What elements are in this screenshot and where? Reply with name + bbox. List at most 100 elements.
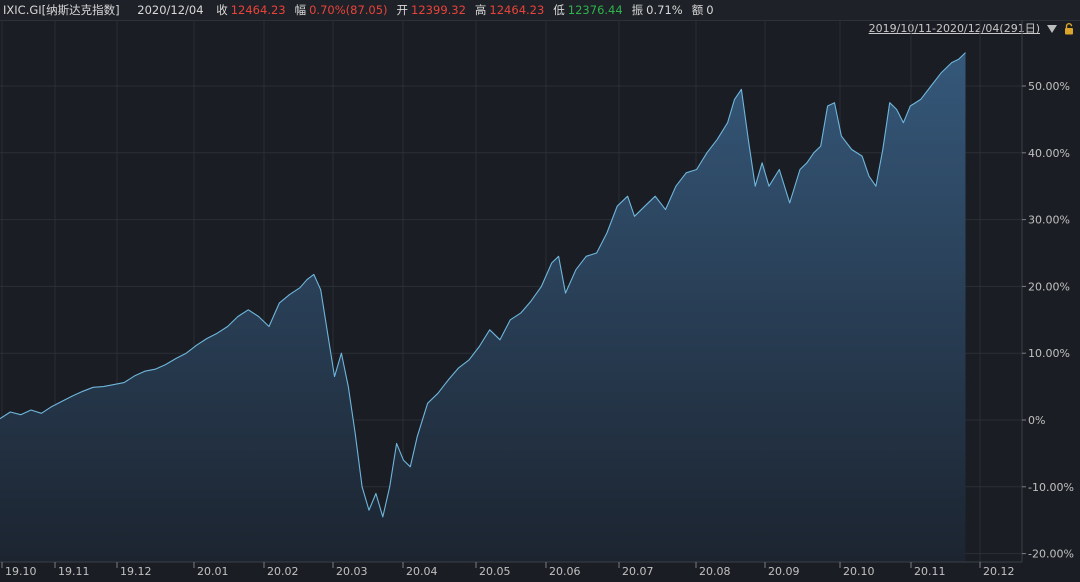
data-point[interactable] bbox=[381, 515, 385, 519]
data-point[interactable] bbox=[733, 97, 737, 101]
data-point[interactable] bbox=[529, 299, 533, 303]
data-point[interactable] bbox=[267, 325, 271, 329]
data-point[interactable] bbox=[353, 431, 357, 435]
data-point[interactable] bbox=[584, 254, 588, 258]
data-point[interactable] bbox=[760, 161, 764, 165]
data-point[interactable] bbox=[805, 161, 809, 165]
data-point[interactable] bbox=[305, 278, 309, 282]
chart-area[interactable]: 50.00% 40.00% 30.00% 20.00% 10.00% 0% -10.00% -… bbox=[0, 20, 1080, 582]
data-point[interactable] bbox=[519, 311, 523, 315]
data-point[interactable] bbox=[195, 343, 199, 347]
data-point[interactable] bbox=[895, 107, 899, 111]
data-point[interactable] bbox=[653, 194, 657, 198]
data-point[interactable] bbox=[19, 413, 23, 417]
data-point[interactable] bbox=[826, 104, 830, 108]
data-point[interactable] bbox=[964, 51, 968, 55]
data-point[interactable] bbox=[91, 385, 95, 389]
data-point[interactable] bbox=[60, 399, 64, 403]
data-point[interactable] bbox=[919, 97, 923, 101]
data-point[interactable] bbox=[695, 168, 699, 172]
data-point[interactable] bbox=[143, 369, 147, 373]
data-point[interactable] bbox=[339, 351, 343, 355]
data-point[interactable] bbox=[674, 184, 678, 188]
data-point[interactable] bbox=[415, 435, 419, 439]
data-point[interactable] bbox=[101, 385, 105, 389]
data-point[interactable] bbox=[595, 251, 599, 255]
data-point[interactable] bbox=[643, 204, 647, 208]
data-point[interactable] bbox=[346, 385, 350, 389]
data-point[interactable] bbox=[319, 288, 323, 292]
data-point[interactable] bbox=[205, 337, 209, 341]
data-point[interactable] bbox=[726, 121, 730, 125]
data-point[interactable] bbox=[860, 154, 864, 158]
data-point[interactable] bbox=[401, 458, 405, 462]
data-point[interactable] bbox=[215, 331, 219, 335]
data-point[interactable] bbox=[112, 383, 116, 387]
data-point[interactable] bbox=[746, 137, 750, 141]
data-point[interactable] bbox=[153, 367, 157, 371]
data-point[interactable] bbox=[939, 71, 943, 75]
data-point[interactable] bbox=[184, 351, 188, 355]
symbol-label[interactable]: IXIC.GI[纳斯达克指数] bbox=[3, 0, 120, 20]
data-point[interactable] bbox=[715, 137, 719, 141]
data-point[interactable] bbox=[684, 171, 688, 175]
data-point[interactable] bbox=[574, 268, 578, 272]
data-point[interactable] bbox=[508, 318, 512, 322]
data-point[interactable] bbox=[395, 441, 399, 445]
data-point[interactable] bbox=[388, 485, 392, 489]
data-point[interactable] bbox=[788, 201, 792, 205]
data-point[interactable] bbox=[29, 408, 33, 412]
data-point[interactable] bbox=[633, 214, 637, 218]
data-point[interactable] bbox=[246, 308, 250, 312]
data-point[interactable] bbox=[298, 286, 302, 290]
data-point[interactable] bbox=[8, 410, 12, 414]
data-point[interactable] bbox=[615, 204, 619, 208]
data-point[interactable] bbox=[408, 465, 412, 469]
data-point[interactable] bbox=[436, 391, 440, 395]
data-point[interactable] bbox=[367, 508, 371, 512]
data-point[interactable] bbox=[777, 168, 781, 172]
data-point[interactable] bbox=[174, 357, 178, 361]
data-point[interactable] bbox=[70, 394, 74, 398]
data-point[interactable] bbox=[277, 301, 281, 305]
data-point[interactable] bbox=[950, 61, 954, 65]
data-point[interactable] bbox=[312, 272, 316, 276]
data-point[interactable] bbox=[867, 174, 871, 178]
data-point[interactable] bbox=[374, 492, 378, 496]
data-point[interactable] bbox=[236, 315, 240, 319]
data-point[interactable] bbox=[288, 292, 292, 296]
data-point[interactable] bbox=[739, 87, 743, 91]
data-point[interactable] bbox=[457, 366, 461, 370]
data-point[interactable] bbox=[477, 345, 481, 349]
data-point[interactable] bbox=[812, 151, 816, 155]
data-point[interactable] bbox=[39, 411, 43, 415]
data-point[interactable] bbox=[133, 374, 137, 378]
data-point[interactable] bbox=[488, 328, 492, 332]
data-point[interactable] bbox=[226, 325, 230, 329]
data-point[interactable] bbox=[257, 315, 261, 319]
data-point[interactable] bbox=[957, 57, 961, 61]
data-point[interactable] bbox=[753, 184, 757, 188]
data-point[interactable] bbox=[326, 331, 330, 335]
data-point[interactable] bbox=[122, 381, 126, 385]
data-point[interactable] bbox=[901, 121, 905, 125]
data-point[interactable] bbox=[888, 101, 892, 105]
data-point[interactable] bbox=[605, 231, 609, 235]
data-point[interactable] bbox=[539, 284, 543, 288]
data-point[interactable] bbox=[850, 148, 854, 152]
data-point[interactable] bbox=[929, 84, 933, 88]
data-point[interactable] bbox=[446, 378, 450, 382]
data-point[interactable] bbox=[360, 485, 364, 489]
data-point[interactable] bbox=[557, 254, 561, 258]
data-point[interactable] bbox=[626, 194, 630, 198]
data-point[interactable] bbox=[550, 261, 554, 265]
data-point[interactable] bbox=[664, 208, 668, 212]
data-point[interactable] bbox=[498, 338, 502, 342]
data-point[interactable] bbox=[819, 144, 823, 148]
data-point[interactable] bbox=[705, 151, 709, 155]
data-point[interactable] bbox=[426, 401, 430, 405]
data-point[interactable] bbox=[908, 104, 912, 108]
data-point[interactable] bbox=[881, 148, 885, 152]
data-point[interactable] bbox=[767, 184, 771, 188]
data-point[interactable] bbox=[874, 184, 878, 188]
